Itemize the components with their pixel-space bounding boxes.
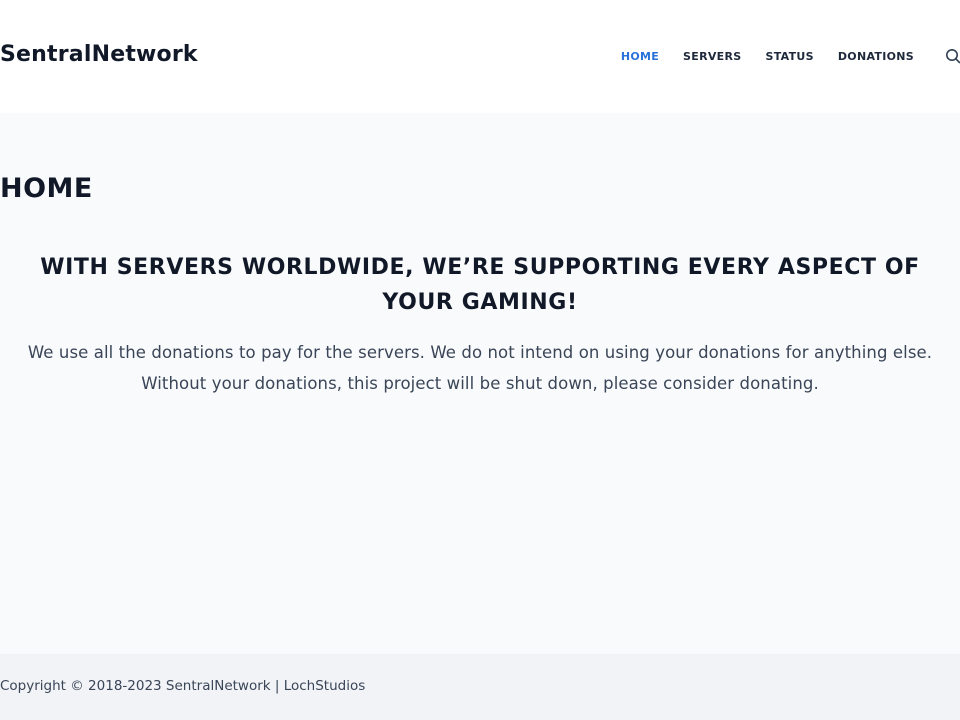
nav-item-home[interactable]: HOME xyxy=(621,50,659,63)
site-title-link[interactable]: SentralNetwork xyxy=(0,42,198,67)
nav-item-servers[interactable]: SERVERS xyxy=(683,50,741,63)
copyright-text: Copyright © 2018-2023 SentralNetwork | L… xyxy=(0,678,366,694)
page-title: HOME xyxy=(0,173,93,204)
main-content: HOME WITH SERVERS WORLDWIDE, WE’RE SUPPO… xyxy=(0,113,960,654)
headline: WITH SERVERS WORLDWIDE, WE’RE SUPPORTING… xyxy=(40,255,920,315)
search-icon xyxy=(946,49,960,64)
lead-paragraph: We use all the donations to pay for the … xyxy=(27,343,933,393)
page: SentralNetwork HOME SERVERS STATUS DONAT… xyxy=(0,0,960,720)
site-footer: Copyright © 2018-2023 SentralNetwork | L… xyxy=(0,654,960,720)
nav-item-donations[interactable]: DONATIONS xyxy=(838,50,914,63)
site-header: SentralNetwork HOME SERVERS STATUS DONAT… xyxy=(0,0,960,113)
nav-item-status[interactable]: STATUS xyxy=(765,50,813,63)
search-button[interactable] xyxy=(944,48,960,64)
main-nav: HOME SERVERS STATUS DONATIONS xyxy=(597,48,960,64)
